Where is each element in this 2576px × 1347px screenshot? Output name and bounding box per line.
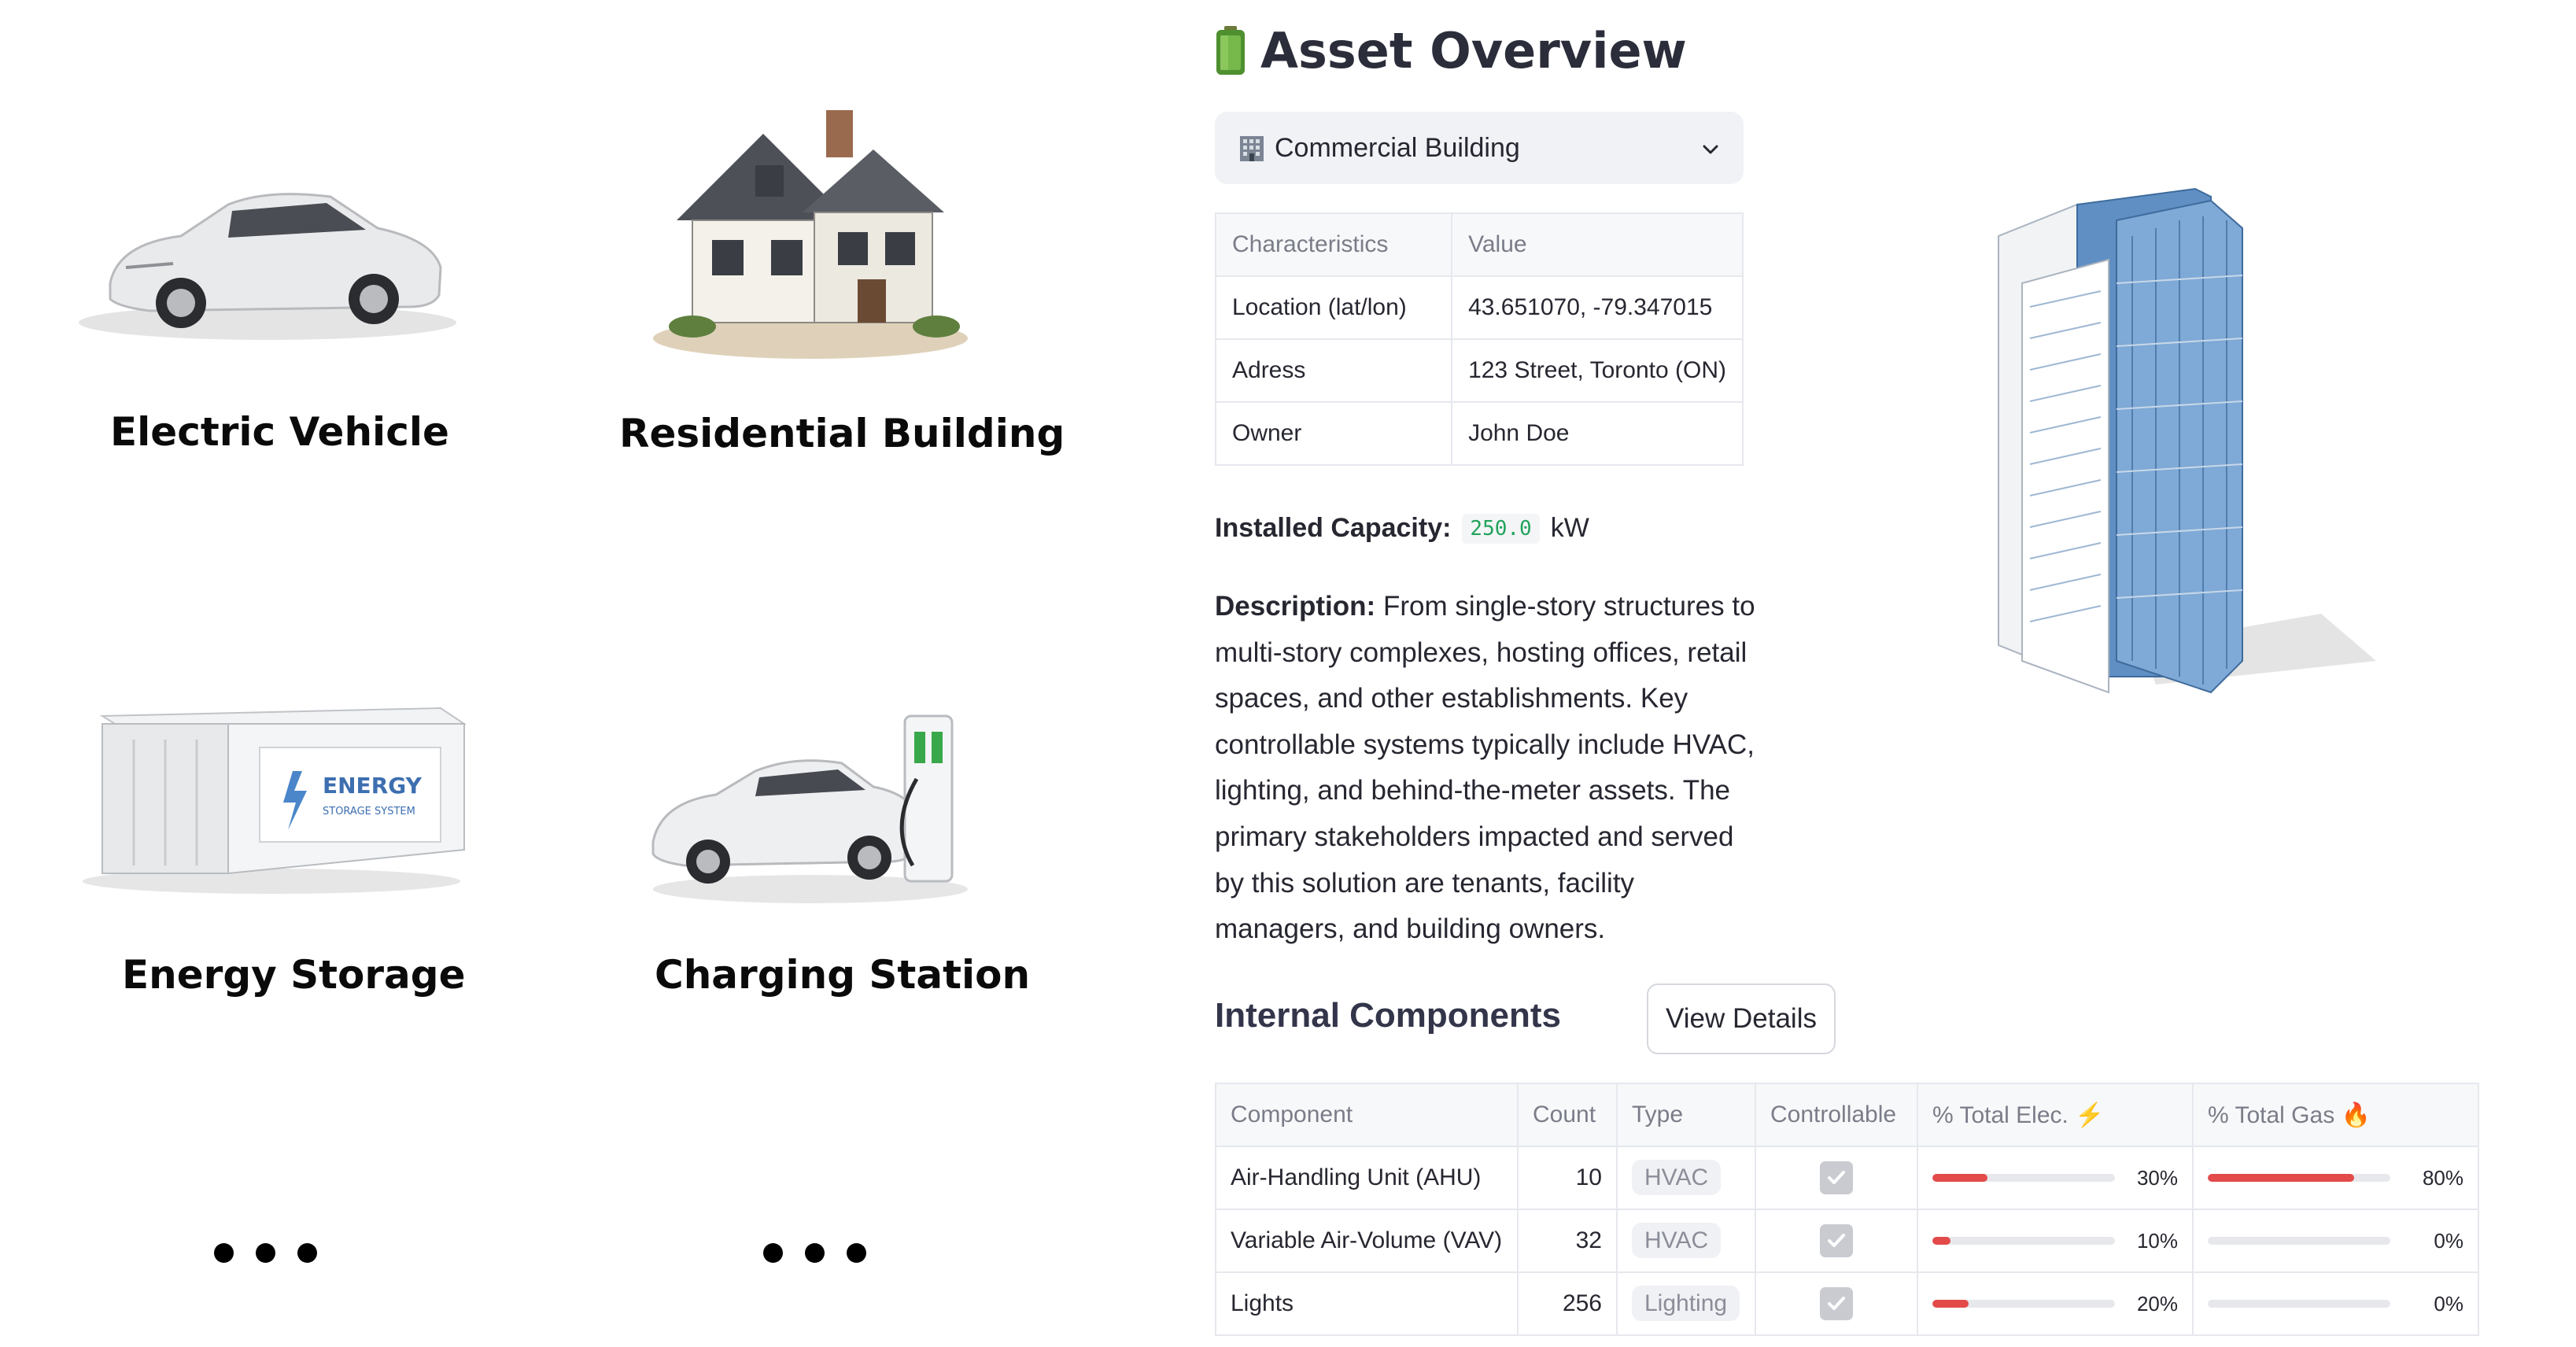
component-type-cell: Lighting <box>1616 1271 1756 1336</box>
table-cell: Owner <box>1214 401 1453 466</box>
progress-fill <box>1932 1174 1987 1182</box>
asset-type-select[interactable]: Commercial Building <box>1215 112 1744 184</box>
elec-progress-cell: 30% <box>1917 1146 2194 1210</box>
table-header-row: Component Count Type Controllable % Tota… <box>1215 1083 2479 1147</box>
column-header[interactable]: % Total Elec. ⚡ <box>1917 1083 2194 1147</box>
energy-storage-logo-subtext: STORAGE SYSTEM <box>323 806 415 817</box>
gas-progress-cell: 0% <box>2192 1271 2479 1336</box>
asset-label-electric-vehicle[interactable]: Electric Vehicle <box>110 409 449 455</box>
table-cell: John Doe <box>1451 401 1744 466</box>
component-type-cell: HVAC <box>1616 1209 1756 1273</box>
table-row: Air-Handling Unit (AHU) 10 HVAC 30% 80% <box>1215 1146 2479 1210</box>
component-name: Lights <box>1215 1271 1519 1336</box>
asset-label-charging-station[interactable]: Charging Station <box>655 952 1030 998</box>
column-header[interactable]: Count <box>1517 1083 1618 1147</box>
elec-progress-bar <box>1932 1300 2115 1308</box>
column-header[interactable]: Type <box>1616 1083 1756 1147</box>
component-count: 10 <box>1517 1146 1618 1210</box>
residential-building-image[interactable] <box>645 102 976 366</box>
gas-progress-cell: 0% <box>2192 1209 2479 1273</box>
table-row: Adress 123 Street, Toronto (ON) <box>1214 338 1744 403</box>
internal-components-heading: Internal Components <box>1215 996 1562 1035</box>
controllable-cell <box>1755 1209 1918 1273</box>
energy-storage-image[interactable]: ENERGY STORAGE SYSTEM <box>71 692 472 901</box>
asset-description: Description: From single-story structure… <box>1215 584 1758 953</box>
progress-fill <box>2208 1174 2354 1182</box>
description-label: Description: <box>1215 591 1376 622</box>
column-header[interactable]: Component <box>1215 1083 1519 1147</box>
gas-percent: 0% <box>2434 1291 2463 1316</box>
progress-fill <box>1932 1300 1969 1308</box>
office-building-icon <box>1237 133 1267 163</box>
characteristics-table: Characteristics Value Location (lat/lon)… <box>1214 212 1744 466</box>
checkbox-checked-icon[interactable] <box>1820 1224 1853 1257</box>
checkbox-checked-icon[interactable] <box>1820 1287 1853 1320</box>
elec-progress-cell: 20% <box>1917 1271 2194 1336</box>
gas-percent: 80% <box>2422 1165 2463 1190</box>
more-assets-indicator <box>214 1243 317 1263</box>
column-header[interactable]: Value <box>1451 212 1744 277</box>
battery-icon <box>1215 25 1246 76</box>
table-row: Owner John Doe <box>1214 401 1744 466</box>
elec-progress-bar <box>1932 1237 2115 1245</box>
component-type-tag: HVAC <box>1632 1160 1722 1195</box>
installed-capacity: Installed Capacity: 250.0 kW <box>1215 513 1589 544</box>
table-cell: 43.651070, -79.347015 <box>1451 275 1744 340</box>
gas-progress-cell: 80% <box>2192 1146 2479 1210</box>
elec-percent: 30% <box>2136 1165 2178 1190</box>
installed-capacity-label: Installed Capacity: <box>1215 513 1452 543</box>
component-type-cell: HVAC <box>1616 1146 1756 1210</box>
component-name: Variable Air-Volume (VAV) <box>1215 1209 1519 1273</box>
table-header-row: Characteristics Value <box>1214 212 1744 277</box>
components-table: Component Count Type Controllable % Tota… <box>1215 1083 2479 1336</box>
component-type-tag: HVAC <box>1632 1223 1722 1258</box>
table-cell: 123 Street, Toronto (ON) <box>1451 338 1744 403</box>
controllable-cell <box>1755 1146 1918 1210</box>
page-title-text: Asset Overview <box>1260 22 1687 79</box>
controllable-cell <box>1755 1271 1918 1336</box>
charging-station-image[interactable] <box>637 708 999 917</box>
column-header[interactable]: Characteristics <box>1214 212 1453 277</box>
elec-percent: 20% <box>2136 1291 2178 1316</box>
component-type-tag: Lighting <box>1632 1286 1740 1321</box>
table-cell: Adress <box>1214 338 1453 403</box>
installed-capacity-unit: kW <box>1550 513 1589 543</box>
table-cell: Location (lat/lon) <box>1214 275 1453 340</box>
elec-progress-cell: 10% <box>1917 1209 2194 1273</box>
asset-label-residential-building[interactable]: Residential Building <box>619 411 1065 456</box>
gas-progress-bar <box>2208 1300 2390 1308</box>
elec-percent: 10% <box>2136 1228 2178 1253</box>
component-name: Air-Handling Unit (AHU) <box>1215 1146 1519 1210</box>
more-assets-indicator <box>763 1243 866 1263</box>
description-text: From single-story structures to multi-st… <box>1215 591 1755 945</box>
installed-capacity-value: 250.0 <box>1462 513 1540 544</box>
table-row: Lights 256 Lighting 20% 0% <box>1215 1271 2479 1336</box>
page-title: Asset Overview <box>1215 22 1687 79</box>
commercial-building-image <box>1951 173 2392 728</box>
chevron-down-icon <box>1699 137 1722 159</box>
column-header[interactable]: % Total Gas 🔥 <box>2192 1083 2479 1147</box>
gas-progress-bar <box>2208 1237 2390 1245</box>
table-row: Location (lat/lon) 43.651070, -79.347015 <box>1214 275 1744 340</box>
component-count: 32 <box>1517 1209 1618 1273</box>
asset-label-energy-storage[interactable]: Energy Storage <box>122 952 465 998</box>
asset-type-select-value: Commercial Building <box>1275 132 1520 163</box>
energy-storage-logo-text: ENERGY <box>323 773 423 799</box>
checkbox-checked-icon[interactable] <box>1820 1161 1853 1194</box>
gas-percent: 0% <box>2434 1228 2463 1253</box>
view-details-button[interactable]: View Details <box>1647 983 1836 1054</box>
table-row: Variable Air-Volume (VAV) 32 HVAC 10% 0% <box>1215 1209 2479 1273</box>
gas-progress-bar <box>2208 1174 2390 1182</box>
component-count: 256 <box>1517 1271 1618 1336</box>
column-header[interactable]: Controllable <box>1755 1083 1918 1147</box>
progress-fill <box>1932 1237 1951 1245</box>
elec-progress-bar <box>1932 1174 2115 1182</box>
electric-vehicle-image[interactable] <box>63 149 472 350</box>
